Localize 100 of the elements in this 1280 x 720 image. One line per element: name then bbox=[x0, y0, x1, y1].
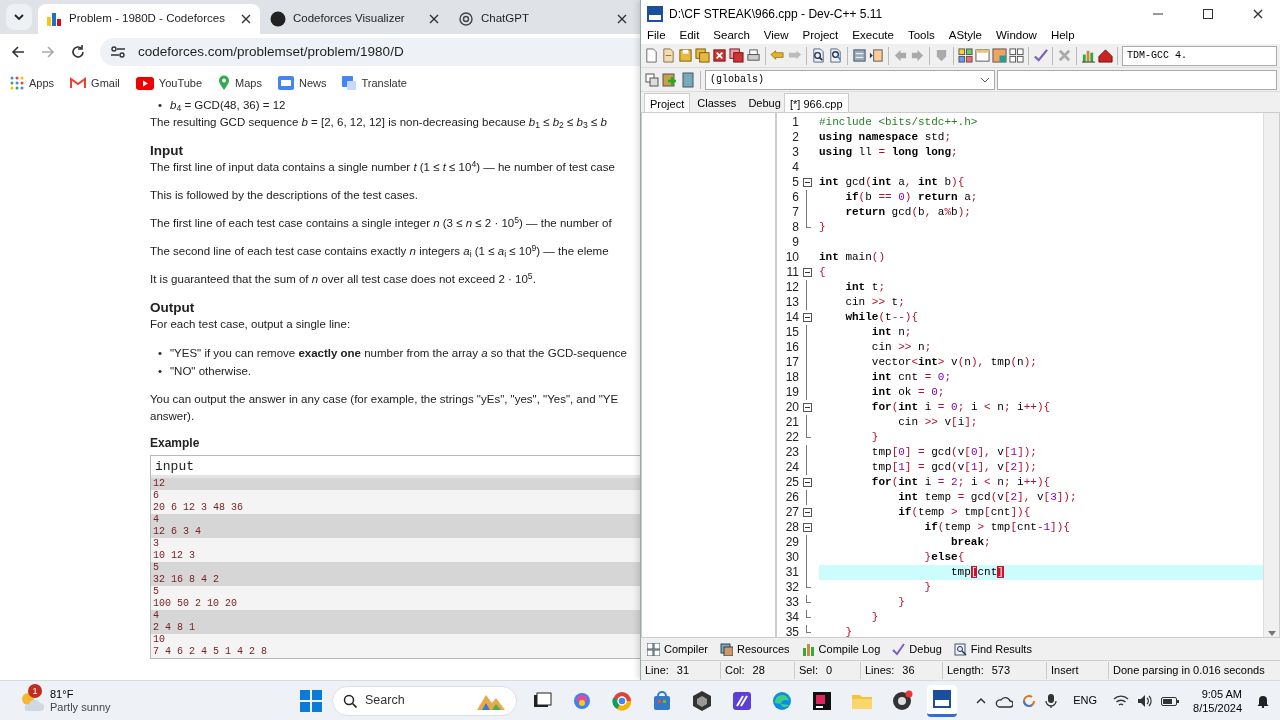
menu-item[interactable]: Execute bbox=[852, 27, 894, 45]
menu-item[interactable]: Edit bbox=[679, 27, 700, 45]
search-field[interactable]: Search bbox=[332, 685, 517, 716]
find-icon[interactable] bbox=[811, 48, 826, 63]
menu-item[interactable]: Window bbox=[996, 27, 1037, 45]
language-indicator[interactable]: ENG bbox=[1073, 692, 1098, 709]
menu-item[interactable]: Help bbox=[1050, 27, 1075, 45]
example-heading: Example bbox=[150, 435, 201, 452]
clock-time[interactable]: 9:05 AM bbox=[1193, 686, 1242, 701]
app-logo-icon bbox=[647, 6, 663, 22]
bookmark-link[interactable]: Translate bbox=[342, 74, 407, 92]
close-icon[interactable] bbox=[616, 13, 628, 25]
menu-item[interactable]: AStyle bbox=[948, 27, 982, 45]
browser-tab[interactable]: Problem - 1980D - Codeforces bbox=[38, 4, 260, 34]
sync-icon[interactable] bbox=[1021, 692, 1038, 709]
output-tab[interactable]: Resources bbox=[720, 640, 790, 658]
bookmark-link[interactable]: Gmail bbox=[70, 74, 120, 92]
speaker-icon[interactable] bbox=[1137, 693, 1154, 708]
close-all-icon[interactable] bbox=[729, 48, 744, 63]
browser-tab[interactable]: Codeforces Visualizer bbox=[262, 4, 448, 34]
code-line: vector<int> v(n), tmp(n); bbox=[870, 355, 1038, 370]
class-icon[interactable] bbox=[644, 71, 660, 88]
collapse-icon[interactable] bbox=[802, 508, 812, 517]
close-file-icon[interactable] bbox=[712, 48, 727, 63]
house-icon[interactable] bbox=[1098, 48, 1113, 63]
close-icon[interactable] bbox=[240, 13, 252, 25]
print-icon[interactable] bbox=[746, 48, 761, 63]
panel-tab[interactable]: Project bbox=[644, 93, 691, 112]
window-icon[interactable] bbox=[975, 48, 990, 63]
panel-icon[interactable] bbox=[852, 48, 867, 63]
taskbar-app[interactable] bbox=[927, 684, 957, 717]
wifi-icon[interactable] bbox=[1113, 693, 1130, 708]
translate-icon bbox=[342, 76, 357, 90]
line-number: 29 bbox=[784, 535, 799, 550]
collapse-icon[interactable] bbox=[802, 403, 812, 412]
browser-tab[interactable]: ChatGPT bbox=[450, 4, 636, 34]
bell-icon[interactable] bbox=[1256, 693, 1270, 708]
grid-icon[interactable] bbox=[958, 48, 973, 63]
bookmark-icon[interactable] bbox=[680, 71, 696, 88]
code-line: cin >> n; bbox=[870, 340, 933, 355]
file-tab[interactable]: [*] 966.cpp bbox=[784, 93, 849, 112]
compiler-dropdown[interactable]: TDM-GCC 4. bbox=[1122, 45, 1277, 66]
menu-item[interactable]: Tools bbox=[907, 27, 935, 45]
back-arrow-icon[interactable] bbox=[10, 44, 26, 60]
tiles-icon[interactable] bbox=[1009, 48, 1024, 63]
microphone-icon[interactable] bbox=[1045, 692, 1058, 709]
menu-item[interactable]: File bbox=[647, 27, 666, 45]
section-heading: Output bbox=[150, 299, 196, 316]
line-number: 1 bbox=[791, 115, 799, 130]
output-tab[interactable]: Compile Log bbox=[801, 640, 881, 658]
save-icon[interactable] bbox=[678, 48, 693, 63]
code-line: }else{ bbox=[923, 550, 966, 565]
address-bar[interactable]: codeforces.com/problemset/problem/1980/D bbox=[100, 38, 640, 66]
close-icon[interactable] bbox=[428, 13, 440, 25]
line-number: 20 bbox=[784, 400, 799, 415]
panel-tab[interactable]: Debug bbox=[743, 93, 786, 112]
code-line: int temp = gcd(v[2], v[3]); bbox=[897, 490, 1078, 505]
bookmark-link[interactable]: Maps bbox=[218, 74, 262, 92]
code-line: #include <bits/stdc++.h> bbox=[819, 115, 979, 130]
windows-logo-icon[interactable] bbox=[300, 689, 322, 712]
collapse-icon[interactable] bbox=[802, 313, 812, 322]
collapse-icon[interactable] bbox=[802, 523, 812, 532]
menu-item[interactable]: Project bbox=[802, 27, 839, 45]
maximize-icon bbox=[1203, 9, 1213, 19]
paragraph: For each test case, output a single line: bbox=[150, 317, 352, 332]
menu-item[interactable]: Search bbox=[713, 27, 750, 45]
bar-chart-icon[interactable] bbox=[1081, 48, 1096, 63]
menu-item[interactable]: View bbox=[763, 27, 789, 45]
weather-condition: Partly sunny bbox=[50, 700, 111, 714]
indent-icon[interactable] bbox=[869, 48, 884, 63]
add-icon[interactable] bbox=[662, 71, 678, 88]
bookmark-link[interactable]: YouTube bbox=[135, 74, 203, 92]
status-value: 0 bbox=[825, 663, 833, 679]
scrollbar[interactable] bbox=[1263, 113, 1279, 637]
code-line: int n; bbox=[870, 325, 913, 340]
scope-dropdown[interactable]: (globals) bbox=[705, 69, 995, 90]
notification-badge: 1 bbox=[28, 683, 42, 698]
collapse-icon[interactable] bbox=[802, 178, 812, 187]
replace-icon[interactable] bbox=[828, 48, 843, 63]
collapse-icon[interactable] bbox=[802, 478, 812, 487]
window-title: D:\CF STREAK\966.cpp - Dev-C++ 5.11 bbox=[669, 6, 884, 23]
output-tab[interactable]: Find Results bbox=[953, 640, 1032, 658]
undo-icon[interactable] bbox=[770, 48, 785, 63]
new-file-icon[interactable] bbox=[644, 48, 659, 63]
bookmark-link[interactable]: Apps bbox=[10, 74, 55, 92]
check-icon[interactable] bbox=[1033, 48, 1048, 63]
reload-icon[interactable] bbox=[70, 44, 86, 60]
save-all-icon[interactable] bbox=[695, 48, 710, 63]
output-tab[interactable]: Compiler bbox=[647, 640, 708, 658]
code-line: int main() bbox=[819, 250, 887, 265]
clock-date[interactable]: 8/15/2024 bbox=[1193, 700, 1242, 715]
line-number: 30 bbox=[784, 550, 799, 565]
battery-icon[interactable] bbox=[1161, 694, 1180, 707]
code-line: } bbox=[870, 610, 880, 625]
open-file-icon[interactable] bbox=[661, 48, 676, 63]
tab-list-button[interactable] bbox=[6, 4, 32, 30]
collapse-icon[interactable] bbox=[802, 268, 812, 277]
panel-tab[interactable]: Classes bbox=[692, 93, 742, 112]
output-tab[interactable]: Debug bbox=[892, 640, 942, 658]
bookmark-link[interactable]: News bbox=[277, 74, 327, 92]
